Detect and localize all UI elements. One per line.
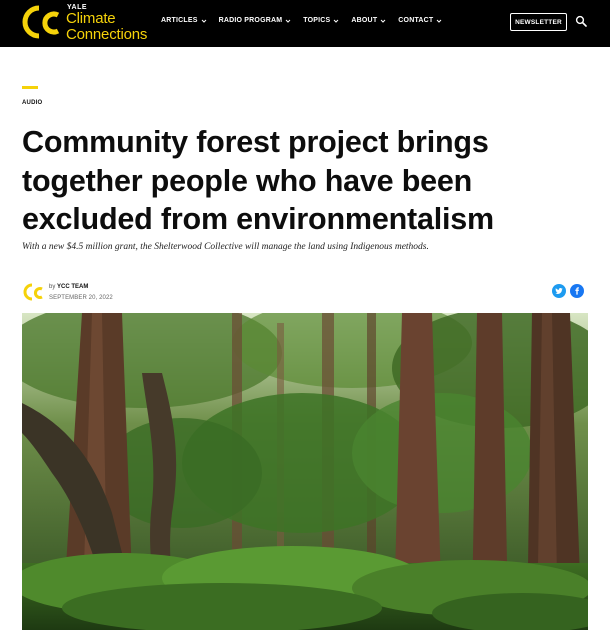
chevron-down-icon — [334, 19, 339, 23]
article-headline: Community forest project brings together… — [22, 125, 494, 236]
nav-item-label: CONTACT — [398, 17, 434, 24]
facebook-share-button[interactable] — [570, 284, 584, 298]
author-link[interactable]: YCC TEAM — [57, 284, 88, 290]
site-header: YALE Climate Connections ARTICLES RADIO … — [0, 0, 610, 47]
author-avatar[interactable] — [22, 281, 44, 303]
newsletter-button[interactable]: NEWSLETTER — [510, 13, 567, 31]
search-icon[interactable] — [575, 15, 587, 27]
nav-item-contact[interactable]: CONTACT — [398, 17, 442, 24]
redwood-forest-photo — [22, 313, 588, 630]
chevron-down-icon — [437, 19, 442, 23]
share-buttons — [552, 284, 584, 298]
hero-image — [22, 313, 588, 630]
category-label[interactable]: AUDIO — [22, 100, 42, 106]
chevron-down-icon — [285, 19, 291, 23]
chevron-down-icon — [380, 19, 386, 23]
logo-wordmark: YALE Climate Connections — [66, 4, 147, 43]
nav-item-radio-program[interactable]: RADIO PROGRAM — [219, 17, 292, 24]
nav-item-articles[interactable]: ARTICLES — [161, 17, 207, 24]
publish-date: SEPTEMBER 20, 2022 — [49, 295, 113, 301]
chevron-down-icon — [201, 19, 206, 23]
nav-item-label: ARTICLES — [161, 17, 198, 24]
site-logo[interactable]: YALE Climate Connections — [22, 3, 152, 43]
facebook-icon — [575, 287, 579, 295]
byline: by YCC TEAM SEPTEMBER 20, 2022 — [22, 280, 222, 304]
nav-item-about[interactable]: ABOUT — [351, 17, 386, 24]
logo-line-2: Connections — [66, 26, 148, 43]
article-dek: With a new $4.5 million grant, the Shelt… — [22, 242, 429, 252]
byline-prefix: by — [49, 284, 56, 290]
nav-item-topics[interactable]: TOPICS — [303, 17, 339, 24]
ycc-logo-icon — [22, 5, 60, 39]
nav-item-label: ABOUT — [351, 17, 378, 24]
twitter-icon — [555, 287, 563, 294]
category-accent-bar — [22, 86, 38, 89]
nav-item-label: RADIO PROGRAM — [218, 17, 283, 24]
twitter-share-button[interactable] — [552, 284, 566, 298]
byline-text: by YCC TEAM SEPTEMBER 20, 2022 — [49, 282, 113, 304]
nav-item-label: TOPICS — [303, 17, 331, 24]
main-nav: ARTICLES RADIO PROGRAM TOPICS ABOUT CONT… — [161, 17, 442, 24]
logo-line-1: Climate — [66, 10, 116, 27]
